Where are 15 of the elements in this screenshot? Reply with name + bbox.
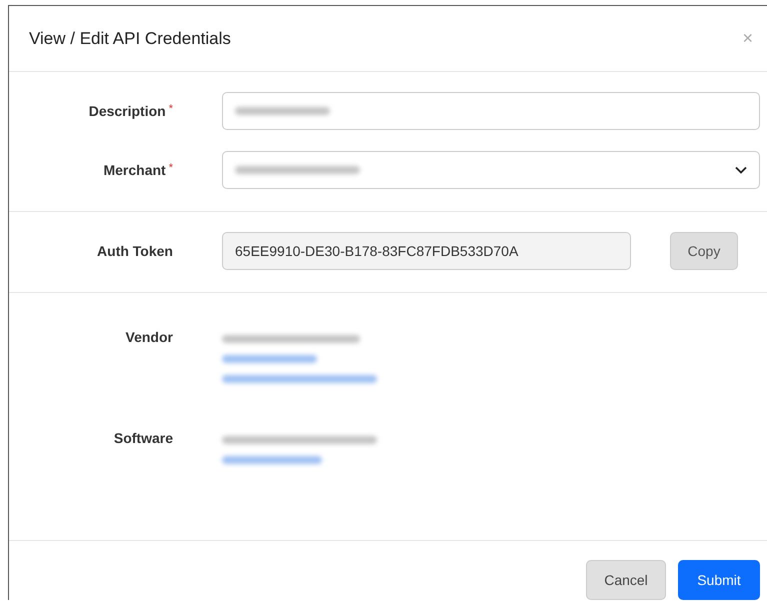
field-label: Auth Token — [96, 243, 174, 259]
copy-button[interactable]: Copy — [670, 232, 738, 270]
field-label: Description — [88, 103, 166, 119]
dialog-title: View / Edit API Credentials — [29, 28, 231, 48]
field-label: Merchant — [103, 162, 166, 178]
input-field[interactable] — [222, 92, 760, 130]
chevron-down-icon — [735, 166, 747, 174]
token-field[interactable]: 65EE9910-DE30-B178-83FC87FDB533D70A — [222, 232, 631, 270]
required-mark: * — [168, 103, 173, 115]
field-label: Vendor — [124, 329, 174, 345]
cancel-button[interactable]: Cancel — [586, 560, 666, 600]
submit-button[interactable]: Submit — [678, 560, 760, 600]
field-label: Software — [112, 430, 174, 446]
select-field[interactable] — [222, 151, 760, 189]
required-mark: * — [168, 162, 173, 174]
